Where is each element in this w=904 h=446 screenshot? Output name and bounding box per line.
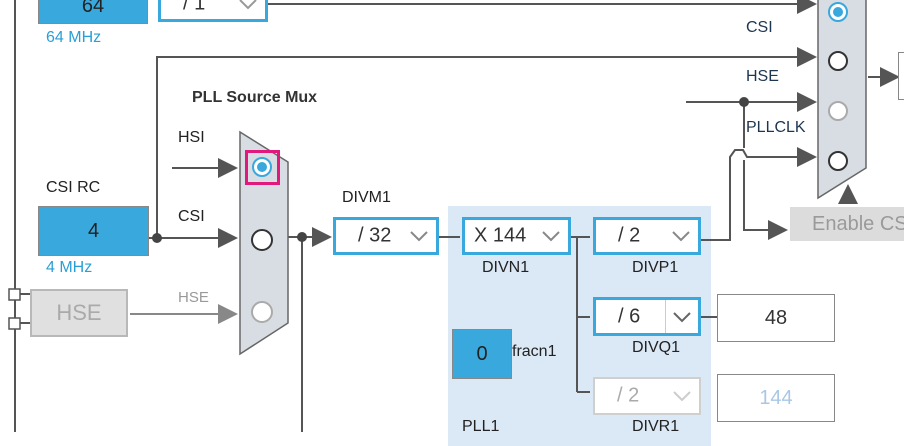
divn1-select[interactable]: X 144 <box>462 217 571 255</box>
hse-source-label: HSE <box>56 300 102 325</box>
pllmux-radio-hsi[interactable] <box>252 157 272 177</box>
pllmux-radio-hse[interactable] <box>251 301 273 323</box>
divq1-select[interactable]: / 6 <box>593 297 701 336</box>
divq1-output: 48 <box>717 294 835 342</box>
chevron-down-icon <box>410 231 428 242</box>
divr1-label: DIVR1 <box>632 418 680 435</box>
divq1-value: / 6 <box>618 305 641 327</box>
top-divider-select[interactable]: / 1 <box>158 0 268 22</box>
sysmux-input-pllclk-label: PLLCLK <box>746 119 806 136</box>
divp1-value: / 2 <box>618 224 641 247</box>
divq1-dropdown-button[interactable] <box>665 300 698 333</box>
divr1-value: / 2 <box>617 384 640 407</box>
chevron-down-icon <box>673 312 691 323</box>
top-clock-freq: 64 MHz <box>46 29 102 46</box>
enable-css-button[interactable]: Enable CS <box>790 207 904 241</box>
divr1-output-value: 144 <box>759 386 793 409</box>
fracn1-label: fracn1 <box>512 343 557 360</box>
divn1-label: DIVN1 <box>482 259 530 276</box>
csi-rc-freq: 4 MHz <box>46 259 93 276</box>
chevron-down-icon <box>673 391 691 402</box>
divm1-label: DIVM1 <box>342 189 391 206</box>
top-clock-value-text: 64 <box>81 0 105 17</box>
divr1-select[interactable]: / 2 <box>593 377 701 415</box>
csi-rc-value-box[interactable]: 4 <box>38 206 149 256</box>
sysmux-output-box <box>898 52 904 100</box>
sysmux-radio-top[interactable] <box>828 2 848 22</box>
sysmux-radio-csi[interactable] <box>828 51 848 71</box>
pllmux-input-hse-label: HSE <box>178 289 209 306</box>
divq1-output-value: 48 <box>764 306 788 329</box>
sysmux-radio-hse[interactable] <box>828 101 848 121</box>
sysmux-input-csi-label: CSI <box>746 19 773 36</box>
divq1-label: DIVQ1 <box>632 339 681 356</box>
pllmux-radio-csi[interactable] <box>251 229 273 251</box>
divp1-label: DIVP1 <box>632 259 679 276</box>
csi-rc-label: CSI RC <box>46 179 101 196</box>
chevron-down-icon <box>672 231 690 242</box>
fracn1-value-box[interactable]: 0 <box>452 329 512 379</box>
top-divider-value: / 1 <box>183 0 206 15</box>
top-clock-value[interactable]: 64 <box>38 0 148 24</box>
enable-css-label: Enable CS <box>812 212 904 235</box>
pll-source-mux-title: PLL Source Mux <box>192 89 318 106</box>
divr1-output: 144 <box>717 374 835 422</box>
pll1-label: PLL1 <box>462 418 500 435</box>
divm1-select[interactable]: / 32 <box>333 217 439 255</box>
fracn1-value: 0 <box>476 342 488 365</box>
hse-source-box[interactable]: HSE <box>30 289 128 337</box>
sysmux-radio-pllclk[interactable] <box>828 151 848 171</box>
chevron-down-icon <box>542 231 560 242</box>
pllmux-input-csi-label: CSI <box>178 208 205 225</box>
divn1-value: X 144 <box>474 224 527 247</box>
chevron-down-icon <box>239 0 257 10</box>
csi-rc-value: 4 <box>87 219 100 242</box>
divp1-select[interactable]: / 2 <box>593 217 701 255</box>
pllmux-input-hsi-label: HSI <box>178 129 205 146</box>
divm1-value: / 32 <box>358 224 392 247</box>
sysmux-input-hse-label: HSE <box>746 68 779 85</box>
